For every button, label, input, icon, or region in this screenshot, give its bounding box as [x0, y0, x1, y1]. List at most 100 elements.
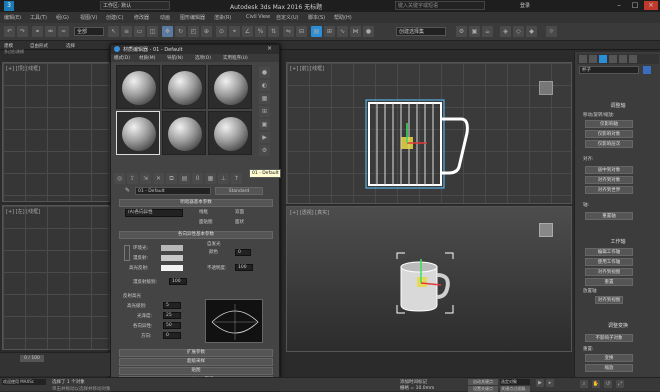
- menu-civil-view[interactable]: Civil View: [246, 14, 270, 20]
- view-button[interactable]: 对齐到视图: [595, 296, 623, 304]
- make-preview-icon[interactable]: ▶: [259, 132, 270, 143]
- angle-snap-icon[interactable]: ∠: [242, 26, 253, 37]
- align-to-object-button[interactable]: 对齐到对象: [585, 176, 633, 184]
- maximize-button[interactable]: □: [628, 1, 642, 10]
- material-editor-icon[interactable]: ●: [363, 26, 374, 37]
- viewcube-icon[interactable]: [539, 81, 553, 95]
- center-to-object-button[interactable]: 居中到对象: [585, 166, 633, 174]
- link-icon[interactable]: ⚭: [32, 26, 43, 37]
- material-id-icon[interactable]: 0: [192, 173, 203, 184]
- sample-slot-2[interactable]: [162, 65, 206, 109]
- schematic-view-icon[interactable]: ⋈: [350, 26, 361, 37]
- login-button[interactable]: 登录: [520, 2, 530, 9]
- face-map-checkbox[interactable]: 面贴图: [199, 219, 213, 225]
- eyedropper-icon[interactable]: ✎: [125, 187, 130, 194]
- viewport-perspective[interactable]: [+] [透视] [真实]: [286, 206, 572, 352]
- object-name-field[interactable]: 杯子: [579, 66, 639, 74]
- menu-tools[interactable]: 工具(T): [30, 14, 47, 21]
- self-illum-color-checkbox[interactable]: 颜色: [209, 249, 218, 255]
- material-name-field[interactable]: 01 - Default: [135, 187, 211, 195]
- add-time-tag[interactable]: 添加时间标记: [400, 379, 427, 385]
- move-icon[interactable]: ✥: [162, 26, 173, 37]
- affect-hierarchy-only-button[interactable]: 仅影响层次: [585, 140, 633, 148]
- uv-tiling-icon[interactable]: ⊞: [259, 106, 270, 117]
- maxscript-listener[interactable]: 欢迎使用 MAXSc: [2, 379, 46, 385]
- viewcube-icon[interactable]: [539, 223, 553, 237]
- render-iterative-icon[interactable]: ◇: [513, 26, 524, 37]
- minimize-button[interactable]: –: [612, 1, 626, 10]
- viewport-top-label[interactable]: [+] [顶] [线框]: [6, 65, 40, 72]
- faceted-checkbox[interactable]: 面状: [235, 219, 244, 225]
- frame-counter[interactable]: 0 / 100: [20, 355, 44, 362]
- viewport-left-label[interactable]: [+] [左] [线框]: [6, 208, 40, 215]
- time-slider[interactable]: 0 / 100: [0, 352, 110, 376]
- selection-filter-dropdown[interactable]: 全部: [74, 27, 104, 36]
- curve-editor-icon[interactable]: ∿: [337, 26, 348, 37]
- adjust-pivot-title[interactable]: 调整轴: [579, 102, 657, 110]
- set-key-button[interactable]: 设置关键点: [468, 386, 498, 392]
- use-working-pivot-button[interactable]: 使用工作轴: [585, 258, 633, 266]
- specular-level-value[interactable]: 5: [163, 302, 181, 309]
- menu-scripting[interactable]: 脚本(S): [308, 14, 325, 21]
- sample-slot-4[interactable]: [116, 111, 160, 155]
- rectangle-selection-icon[interactable]: ▭: [134, 26, 145, 37]
- snap-toggle-icon[interactable]: ⌖: [229, 26, 240, 37]
- viewport-front[interactable]: [+] [前] [线框]: [286, 62, 572, 204]
- redo-icon[interactable]: ↷: [17, 26, 28, 37]
- shader-basic-params-rollout[interactable]: 明暗器基本参数: [119, 199, 273, 207]
- go-to-parent-icon[interactable]: ↑: [231, 173, 242, 184]
- options-icon[interactable]: ⚙: [259, 145, 270, 156]
- viewport-left[interactable]: [+] [左] [线框]: [2, 205, 110, 350]
- affect-object-only-button[interactable]: 仅影响对象: [585, 130, 633, 138]
- reset-working-pivot-button[interactable]: 重置: [585, 278, 633, 286]
- lock-ambient-diffuse-icon[interactable]: [124, 245, 130, 261]
- orbit-icon[interactable]: ↺: [604, 380, 612, 388]
- modify-tab-icon[interactable]: [589, 55, 597, 63]
- workspace-selector[interactable]: 工作区: 默认: [100, 1, 170, 10]
- app-logo-icon[interactable]: 3: [4, 1, 14, 11]
- menu-view[interactable]: 视图(V): [80, 14, 97, 21]
- reset-map-icon[interactable]: ✕: [153, 173, 164, 184]
- menu-group[interactable]: 组(G): [56, 14, 69, 21]
- next-frame-icon[interactable]: ▸: [546, 379, 554, 387]
- menu-edit[interactable]: 编辑(E): [4, 14, 21, 21]
- mat-menu-utilities[interactable]: 实用程序(U): [223, 55, 248, 61]
- activeshade-icon[interactable]: ◆: [526, 26, 537, 37]
- sample-slot-3[interactable]: [208, 65, 252, 109]
- menu-create[interactable]: 创建(C): [106, 14, 123, 21]
- auto-key-button[interactable]: 自动关键点: [468, 379, 498, 385]
- menu-modifiers[interactable]: 修改器: [134, 14, 149, 21]
- hierarchy-tab-icon[interactable]: [599, 55, 607, 63]
- anisotropy-value[interactable]: 50: [163, 322, 181, 329]
- transform-button[interactable]: 变换: [585, 354, 633, 362]
- ribbon-tab-freeform[interactable]: 自由形式: [30, 43, 48, 49]
- zoom-icon[interactable]: ⌕: [580, 380, 588, 388]
- shader-type-dropdown[interactable]: (A)各向异性: [125, 209, 183, 217]
- maps-rollout[interactable]: 贴图: [119, 367, 273, 375]
- backlight-icon[interactable]: ◐: [259, 80, 270, 91]
- spinner-snap-icon[interactable]: ⇅: [268, 26, 279, 37]
- sample-slot-5[interactable]: [162, 111, 206, 155]
- sample-slot-6[interactable]: [208, 111, 252, 155]
- mat-menu-options[interactable]: 选项(O): [195, 55, 211, 61]
- sample-slot-1[interactable]: [116, 65, 160, 109]
- orientation-value[interactable]: 0: [163, 332, 181, 339]
- search-input[interactable]: 键入关键字或短语: [395, 1, 485, 10]
- render-icon[interactable]: ☕: [482, 26, 493, 37]
- video-color-check-icon[interactable]: ▣: [259, 119, 270, 130]
- render-setup-icon[interactable]: ⚙: [456, 26, 467, 37]
- play-icon[interactable]: ▶: [536, 379, 544, 387]
- scale-button[interactable]: 缩放: [585, 364, 633, 372]
- percent-snap-icon[interactable]: %: [255, 26, 266, 37]
- cup-wireframe-front[interactable]: [361, 97, 491, 189]
- mat-menu-navigation[interactable]: 导航(N): [167, 55, 183, 61]
- show-end-result-icon[interactable]: ⊥: [218, 173, 229, 184]
- adjust-transform-title[interactable]: 调整变换: [579, 322, 657, 330]
- select-by-name-icon[interactable]: ≡: [121, 26, 132, 37]
- align-icon[interactable]: ⊟: [296, 26, 307, 37]
- affect-pivot-only-button[interactable]: 仅影响轴: [585, 120, 633, 128]
- mat-menu-mode[interactable]: 模式(D): [114, 55, 130, 61]
- align-to-world-button[interactable]: 对齐到世界: [585, 186, 633, 194]
- specular-color-swatch[interactable]: [161, 265, 183, 271]
- material-editor-close-icon[interactable]: ×: [267, 45, 272, 52]
